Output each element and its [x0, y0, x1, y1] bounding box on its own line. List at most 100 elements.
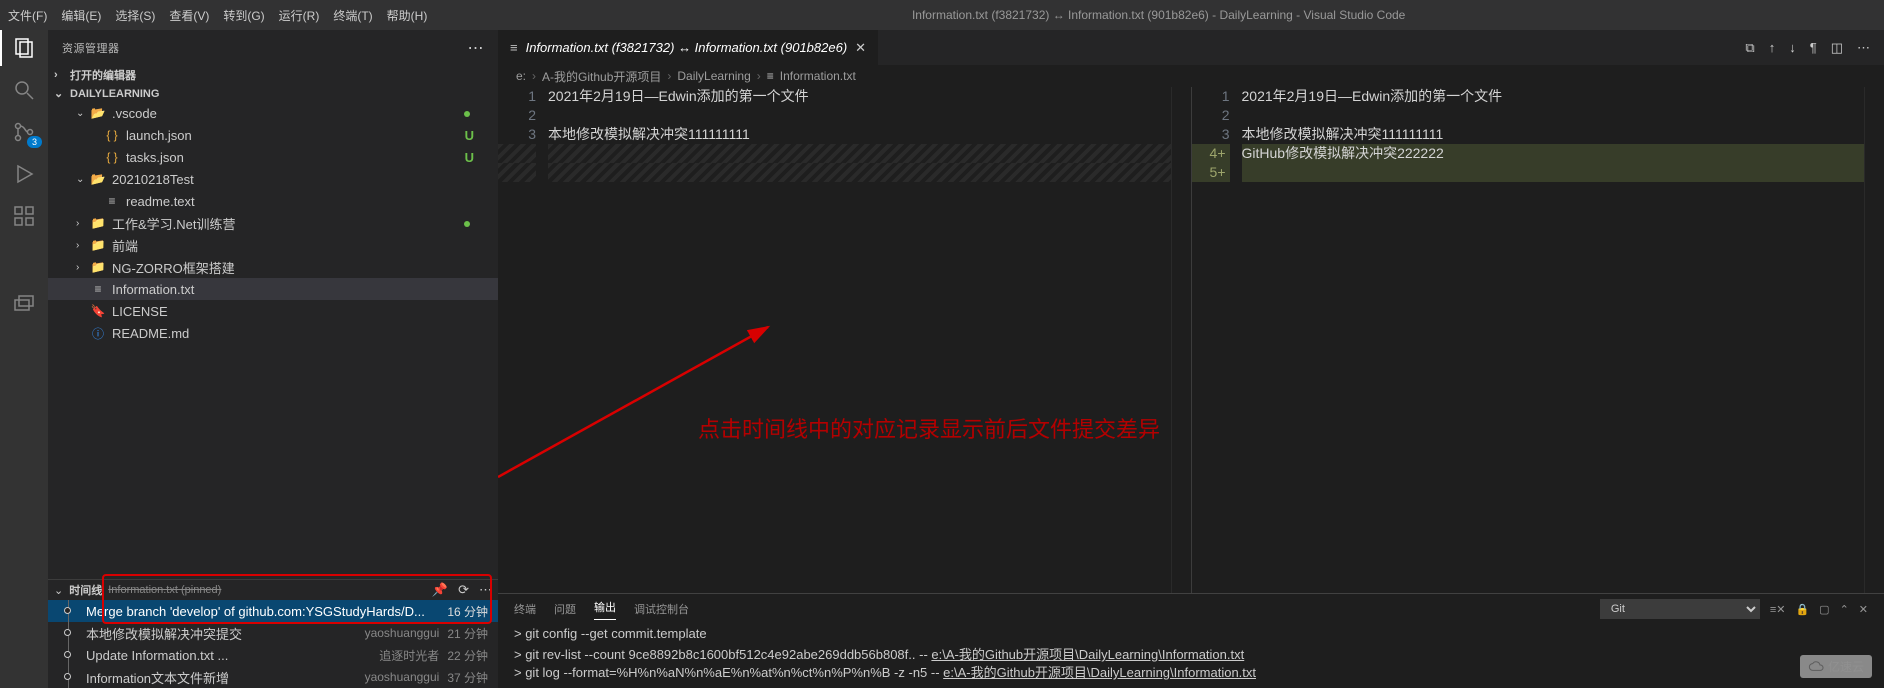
maximize-panel-icon[interactable]: ⌃	[1840, 603, 1849, 616]
whitespace-icon[interactable]: ¶	[1810, 40, 1817, 56]
timeline-pinned-file: Information.txt (pinned)	[108, 584, 221, 596]
sidebar-title: 资源管理器	[62, 40, 120, 56]
breadcrumb-seg[interactable]: e:	[516, 69, 526, 83]
panel-tabs: 终端 问题 输出 调试控制台 Git ≡✕ 🔒 ▢ ⌃ ✕	[498, 594, 1884, 624]
tree-row[interactable]: ›ⓘREADME.md	[48, 322, 498, 344]
timeline-row[interactable]: Update Information.txt ...追逐时光者22 分钟	[48, 644, 498, 666]
breadcrumb-seg[interactable]: Information.txt	[780, 69, 856, 83]
menubar: 文件(F) 编辑(E) 选择(S) 查看(V) 转到(G) 运行(R) 终端(T…	[0, 0, 1884, 30]
tree-row[interactable]: ›≡Information.txt	[48, 278, 498, 300]
menu-view[interactable]: 查看(V)	[169, 7, 209, 24]
code-line: 2021年2月19日—Edwin添加的第一个文件	[548, 87, 1171, 106]
panel-tab-debug[interactable]: 调试控制台	[634, 601, 689, 617]
panel-tab-output[interactable]: 输出	[594, 599, 616, 620]
panel: 终端 问题 输出 调试控制台 Git ≡✕ 🔒 ▢ ⌃ ✕ > git conf…	[498, 593, 1884, 688]
clear-output-icon[interactable]: ≡✕	[1770, 603, 1786, 616]
close-icon[interactable]: ✕	[855, 40, 866, 56]
tree-row[interactable]: ›📁工作&学习.Net训练营	[48, 212, 498, 234]
extensions-icon[interactable]	[12, 204, 36, 228]
code-left[interactable]: 2021年2月19日—Edwin添加的第一个文件 本地修改模拟解决冲突11111…	[548, 87, 1171, 593]
code-right[interactable]: 2021年2月19日—Edwin添加的第一个文件 本地修改模拟解决冲突11111…	[1242, 87, 1865, 593]
code-line: 本地修改模拟解决冲突111111111	[548, 125, 1171, 144]
menu-edit[interactable]: 编辑(E)	[61, 7, 101, 24]
explorer-icon[interactable]	[12, 36, 36, 60]
timeline-list: Merge branch 'develop' of github.com:YSG…	[48, 600, 498, 688]
file-lines-icon: ≡	[767, 69, 774, 83]
timeline-title: 时间线	[69, 582, 102, 598]
code-line	[1242, 106, 1865, 125]
tree-row[interactable]: ›≡readme.text	[48, 190, 498, 212]
minimap-right[interactable]	[1864, 87, 1884, 593]
tab-title: Information.txt (f3821732) ↔ Information…	[526, 40, 848, 55]
menu-go[interactable]: 转到(G)	[223, 7, 264, 24]
breadcrumb-seg[interactable]: DailyLearning	[677, 69, 750, 83]
timeline-row[interactable]: Information文本文件新增yaoshuanggui37 分钟	[48, 666, 498, 688]
refresh-icon[interactable]: ⟳	[458, 582, 469, 598]
sidebar-more-icon[interactable]: ⋯	[468, 38, 485, 58]
output-body[interactable]: > git config --get commit.template > git …	[498, 624, 1884, 688]
open-editors-section[interactable]: ›打开的编辑器	[48, 65, 498, 85]
diff-right-pane[interactable]: 123 4+ 5+ 2021年2月19日—Edwin添加的第一个文件 本地修改模…	[1192, 87, 1884, 593]
output-line: > git log --format=%H%n%aN%n%aE%n%at%n%c…	[514, 662, 1868, 680]
repo-section[interactable]: ⌄DAILYLEARNING	[48, 85, 498, 102]
panel-tab-problems[interactable]: 问题	[554, 601, 576, 617]
code-line: 2021年2月19日—Edwin添加的第一个文件	[1242, 87, 1865, 106]
activity-bar: 3	[0, 30, 48, 688]
code-line	[548, 106, 1171, 125]
gutter-left: 123	[498, 87, 548, 593]
tree-row[interactable]: ›📁NG-ZORRO框架搭建	[48, 256, 498, 278]
breadcrumb[interactable]: e:› A-我的Github开源项目› DailyLearning› ≡ Inf…	[498, 65, 1884, 87]
diff-left-pane[interactable]: 123 2021年2月19日—Edwin添加的第一个文件 本地修改模拟解决冲突1…	[498, 87, 1192, 593]
menu-file[interactable]: 文件(F)	[8, 7, 47, 24]
tree-row[interactable]: ⌄📂.vscode	[48, 102, 498, 124]
tree-row[interactable]: ⌄📂20210218Test	[48, 168, 498, 190]
code-line: 本地修改模拟解决冲突111111111	[1242, 125, 1865, 144]
pin-icon[interactable]: 📌	[432, 582, 448, 598]
timeline-row[interactable]: 本地修改模拟解决冲突提交yaoshuanggui21 分钟	[48, 622, 498, 644]
tab-diff[interactable]: ≡ Information.txt (f3821732) ↔ Informati…	[498, 30, 878, 65]
remote-icon[interactable]	[12, 292, 36, 316]
output-line: > git config --get commit.template	[514, 626, 1868, 644]
code-line-added	[1242, 163, 1865, 182]
repo-label: DAILYLEARNING	[70, 88, 159, 100]
editor-tabs: ≡ Information.txt (f3821732) ↔ Informati…	[498, 30, 1884, 65]
debug-icon[interactable]	[12, 162, 36, 186]
diff-view[interactable]: 123 2021年2月19日—Edwin添加的第一个文件 本地修改模拟解决冲突1…	[498, 87, 1884, 593]
tab-actions: ⧉ ↑ ↓ ¶ ◫ ⋯	[1745, 40, 1884, 56]
prev-change-icon[interactable]: ↑	[1769, 40, 1776, 56]
scm-icon[interactable]: 3	[12, 120, 36, 144]
timeline-row[interactable]: Merge branch 'develop' of github.com:YSG…	[48, 600, 498, 622]
menu-terminal[interactable]: 终端(T)	[333, 7, 372, 24]
open-changes-icon[interactable]: ⧉	[1745, 40, 1754, 56]
gutter-right: 123 4+ 5+	[1192, 87, 1242, 593]
panel-tab-terminal[interactable]: 终端	[514, 601, 536, 617]
breadcrumb-seg[interactable]: A-我的Github开源项目	[542, 68, 661, 85]
timeline-header[interactable]: ⌄ 时间线 Information.txt (pinned) 📌 ⟳ ⋯	[48, 579, 498, 600]
sidebar: 资源管理器 ⋯ ›打开的编辑器 ⌄DAILYLEARNING ⌄📂.vscode…	[48, 30, 498, 688]
split-icon[interactable]: ◫	[1831, 40, 1843, 56]
lock-scroll-icon[interactable]: 🔒	[1795, 603, 1809, 616]
next-change-icon[interactable]: ↓	[1789, 40, 1796, 56]
search-icon[interactable]	[12, 78, 36, 102]
tree-row[interactable]: ›📁前端	[48, 234, 498, 256]
menu-run[interactable]: 运行(R)	[279, 7, 320, 24]
editor-area: ≡ Information.txt (f3821732) ↔ Informati…	[498, 30, 1884, 688]
scm-badge: 3	[27, 136, 42, 148]
timeline-more-icon[interactable]: ⋯	[479, 582, 492, 598]
window-title: Information.txt (f3821732) ↔ Information…	[441, 8, 1876, 22]
code-line-added: GitHub修改模拟解决冲突222222	[1242, 144, 1865, 163]
open-editors-label: 打开的编辑器	[70, 67, 136, 83]
file-tree: ⌄📂.vscode›{ }launch.jsonU›{ }tasks.jsonU…	[48, 102, 498, 579]
tree-row[interactable]: ›{ }tasks.jsonU	[48, 146, 498, 168]
minimap-left[interactable]	[1171, 87, 1191, 593]
menu-help[interactable]: 帮助(H)	[387, 7, 428, 24]
close-panel-icon[interactable]: ✕	[1859, 603, 1868, 616]
open-file-icon[interactable]: ▢	[1819, 603, 1829, 616]
file-lines-icon: ≡	[510, 40, 518, 55]
menu-selection[interactable]: 选择(S)	[115, 7, 155, 24]
tree-row[interactable]: ›🔖LICENSE	[48, 300, 498, 322]
watermark: 亿速云	[1800, 655, 1872, 678]
tree-row[interactable]: ›{ }launch.jsonU	[48, 124, 498, 146]
editor-more-icon[interactable]: ⋯	[1857, 40, 1870, 56]
output-channel-select[interactable]: Git	[1600, 599, 1760, 619]
